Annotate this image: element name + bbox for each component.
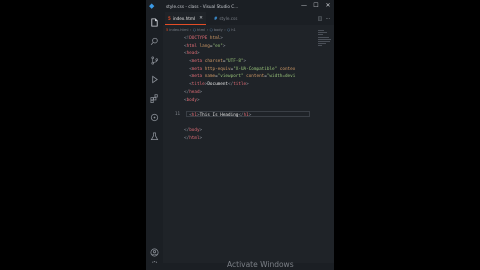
code-line: <meta name="viewport" content="width=dev… [184,73,295,81]
code-token: title [233,82,247,88]
code-line: </body> [184,127,295,135]
close-tab-icon[interactable]: ✕ [199,16,203,21]
code-line: <title>Document</title> [184,81,295,89]
code-token: "width=devi [266,74,296,80]
code-token: charset [202,59,223,65]
code-token: content [243,74,265,80]
code-token: > [196,97,200,103]
split-editor-icon[interactable]: ◫ [316,16,324,22]
code-token: html [189,135,200,141]
element-icon: ⬡ [227,28,231,32]
element-icon: ⬡ [209,28,213,32]
code-token: > [246,82,249,88]
close-window-button[interactable]: ✕ [322,0,334,12]
code-token: lang [196,43,210,49]
code-token: > [243,59,247,65]
code-token: meta [191,74,203,80]
code-token: "UTF-8" [225,59,244,65]
code-line: </html> [184,135,295,143]
run-debug-icon[interactable] [150,75,159,84]
code-token: > [196,51,200,57]
code-token: http-equiv [202,66,231,72]
html-file-icon: 5 [168,15,171,21]
code-line: <meta charset="UTF-8"> [184,58,295,66]
breadcrumb-item[interactable]: h1 [231,28,236,32]
css-file-icon: # [214,16,218,21]
search-icon[interactable] [150,37,159,46]
line-number: 11 [174,111,180,116]
code-token: > [220,36,223,41]
code-token: head [186,51,197,57]
maximize-button[interactable]: ☐ [310,0,322,12]
code-token: > [199,89,203,95]
explorer-icon[interactable] [150,18,159,27]
chevron-right-icon: › [189,28,192,32]
vscode-window: ◆ style.css - class - Visual Studio C...… [146,0,334,270]
code-token: Document [207,82,229,88]
code-token: > [199,128,203,134]
code-token: > [222,43,226,49]
code-token: head [189,89,200,95]
code-token: "viewport" [217,74,244,80]
code-token: "X-UA-Compatible" [233,66,278,72]
activate-windows-watermark: Activate Windows [227,260,294,269]
tab-index-html[interactable]: 5 index.html ✕ [165,12,206,25]
breadcrumb-item[interactable]: html [197,28,205,32]
code-token: title [191,82,205,88]
code-line: <head> [184,50,295,58]
code-line: <body> [184,97,295,105]
code-line: <html lang="en"> [184,43,295,51]
code-editor[interactable]: <!DOCTYPE html> <html lang="en"> <head> <m… [184,35,295,143]
breadcrumb: 5 index.html › ⬡ html › ⬡ body › ⬡ h1 [166,27,236,33]
code-token: body [189,128,200,134]
code-token: meta [191,59,203,65]
activity-bar [146,12,163,270]
element-icon: ⬡ [192,28,197,32]
tab-style-css[interactable]: # style.css [211,12,237,25]
code-token: html [186,43,197,49]
code-line: <h1>This Is Heading</h1> [184,112,295,120]
code-token: html [207,36,221,41]
code-line: <meta http-equiv="X-UA-Compatible" conte… [184,66,295,74]
code-token: This Is Heading [199,112,239,118]
vscode-logo-icon: ◆ [149,1,155,10]
source-control-icon[interactable] [150,56,159,65]
code-token: contex [277,66,296,72]
minimize-button[interactable]: — [298,0,310,12]
chevron-right-icon: › [224,28,226,32]
remote-icon[interactable] [150,113,159,122]
code-token: "en" [212,43,223,49]
code-token: > [199,135,203,141]
breadcrumb-item[interactable]: index.html [169,28,188,32]
code-token: name [202,74,216,80]
account-icon[interactable] [150,248,159,257]
code-token: DOCTYPE [189,36,208,41]
editor-actions: ◫ ⋯ [316,12,332,25]
testing-icon[interactable] [150,132,159,141]
html-file-icon: 5 [166,28,169,32]
chevron-right-icon: › [206,28,209,32]
editor-tabs: 5 index.html ✕ # style.css ◫ ⋯ [163,12,334,25]
code-token: meta [191,66,203,72]
code-token: body [186,97,197,103]
window-title: style.css - class - Visual Studio C... [166,3,239,9]
title-bar: ◆ style.css - class - Visual Studio C...… [146,0,334,12]
code-line: </head> [184,89,295,97]
more-actions-icon[interactable]: ⋯ [324,16,332,22]
window-controls: — ☐ ✕ [298,0,334,12]
tab-label: style.css [219,16,238,21]
code-line: <!DOCTYPE html> [184,35,295,43]
minimap[interactable] [318,30,332,50]
breadcrumb-item[interactable]: body [214,28,223,32]
tab-label: index.html [172,15,196,21]
code-token: > [248,112,252,118]
extensions-icon[interactable] [150,94,159,103]
